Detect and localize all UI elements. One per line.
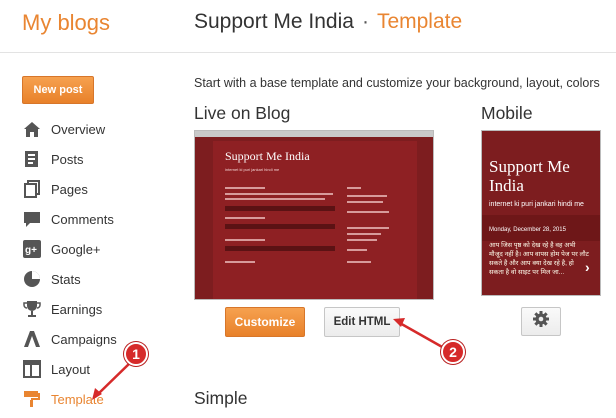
live-template-preview[interactable]: Support Me India internet ki puri jankar… xyxy=(194,130,434,300)
preview-post-box xyxy=(225,206,335,211)
blog-name: Support Me India xyxy=(194,10,354,33)
edit-html-button[interactable]: Edit HTML xyxy=(324,307,400,337)
sidebar-item-label: Comments xyxy=(51,211,114,227)
preview-blog-subtitle: internet ki puri jankari hindi me xyxy=(225,167,280,172)
sidebar-item-label: Google+ xyxy=(51,241,101,257)
new-post-button[interactable]: New post xyxy=(22,76,94,104)
sidebar-item-pages[interactable]: Pages xyxy=(22,176,162,202)
page-title: Support Me India · Template xyxy=(194,10,462,34)
sidebar-item-label: Stats xyxy=(51,271,81,287)
stats-icon xyxy=(22,269,42,289)
sidebar-item-template[interactable]: Template xyxy=(22,386,162,412)
header-divider xyxy=(0,52,616,53)
preview-sidebar-line xyxy=(347,239,377,241)
preview-sidebar-line xyxy=(347,187,361,189)
preview-blog-title: Support Me India xyxy=(225,149,310,163)
mobile-template-preview[interactable]: Support Me India internet ki puri jankar… xyxy=(481,130,601,296)
sidebar-item-label: Earnings xyxy=(51,301,103,317)
preview-text-line xyxy=(225,217,265,219)
sidebar-item-label: Pages xyxy=(51,181,88,197)
sidebar-item-google-plus[interactable]: g+ Google+ xyxy=(22,236,162,262)
svg-text:g+: g+ xyxy=(25,245,37,256)
header: My blogs Support Me India · Template xyxy=(0,0,616,52)
preview-sidebar-line xyxy=(347,249,367,251)
preview-sidebar-line xyxy=(347,195,387,197)
comments-icon xyxy=(22,209,42,229)
chevron-right-icon[interactable]: › xyxy=(585,259,590,275)
mobile-preview-title: Support Me India xyxy=(489,157,570,195)
preview-text-line xyxy=(225,193,333,195)
template-icon xyxy=(22,389,42,409)
annotation-badge-1: 1 xyxy=(124,342,148,366)
preview-post-box xyxy=(225,246,335,251)
preview-sidebar-line xyxy=(347,227,389,229)
annotation-badge-2: 2 xyxy=(441,340,465,364)
preview-sidebar-line xyxy=(347,211,389,213)
preview-sidebar-line xyxy=(347,233,381,235)
simple-heading: Simple xyxy=(194,388,248,408)
pages-icon xyxy=(22,179,42,199)
intro-text: Start with a base template and customize… xyxy=(194,76,600,90)
customize-button[interactable]: Customize xyxy=(225,307,305,337)
mobile-heading: Mobile xyxy=(481,103,533,123)
section-name: Template xyxy=(376,10,463,33)
sidebar-item-comments[interactable]: Comments xyxy=(22,206,162,232)
campaigns-icon xyxy=(22,329,42,349)
preview-text-line xyxy=(225,198,325,200)
my-blogs-logo[interactable]: My blogs xyxy=(22,10,110,36)
mobile-preview-post: आप जिस पृष्ठ को देख रहे है वह अभी मौजूद … xyxy=(489,242,589,276)
sidebar-item-label: Template xyxy=(51,391,104,407)
preview-text-line xyxy=(225,261,255,263)
mobile-preview-subtitle: internet ki puri jankari hindi me xyxy=(489,201,584,208)
sidebar-item-stats[interactable]: Stats xyxy=(22,266,162,292)
sidebar-item-label: Layout xyxy=(51,361,91,377)
layout-icon xyxy=(22,359,42,379)
sidebar-item-overview[interactable]: Overview xyxy=(22,116,162,142)
preview-sidebar-line xyxy=(347,261,371,263)
sidebar-item-label: Campaigns xyxy=(51,331,117,347)
sidebar-item-label: Overview xyxy=(51,121,106,137)
preview-sidebar-line xyxy=(347,201,383,203)
preview-post-box xyxy=(225,224,335,229)
title-separator: · xyxy=(361,10,369,33)
google-plus-icon: g+ xyxy=(22,239,42,259)
sidebar-item-posts[interactable]: Posts xyxy=(22,146,162,172)
preview-navbar xyxy=(195,131,433,137)
live-on-blog-heading: Live on Blog xyxy=(194,103,291,123)
preview-frame xyxy=(213,141,417,299)
home-icon xyxy=(22,119,42,139)
sidebar-item-label: Posts xyxy=(51,151,84,167)
sidebar-item-earnings[interactable]: Earnings xyxy=(22,296,162,322)
preview-text-line xyxy=(225,187,265,189)
mobile-preview-date: Monday, December 28, 2015 xyxy=(489,227,566,233)
trophy-icon xyxy=(22,299,42,319)
mobile-settings-button[interactable] xyxy=(521,307,561,336)
preview-text-line xyxy=(225,239,265,241)
gear-icon xyxy=(533,311,549,332)
annotation-arrow-2 xyxy=(397,320,445,350)
posts-icon xyxy=(22,149,42,169)
